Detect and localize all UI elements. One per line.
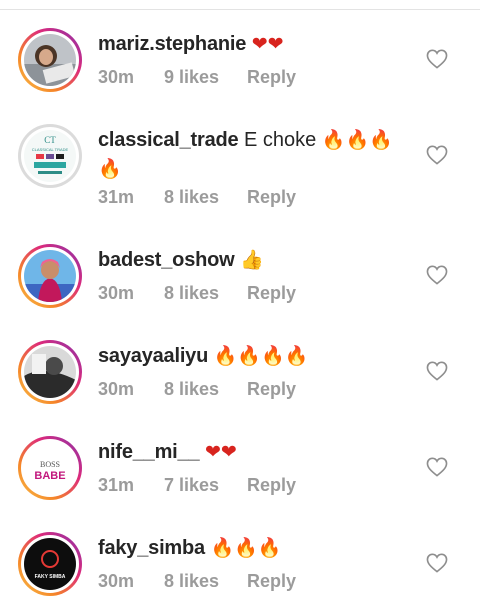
- timestamp: 30m: [98, 67, 135, 87]
- timestamp: 31m: [98, 187, 135, 207]
- avatar[interactable]: [18, 340, 82, 404]
- likes-count[interactable]: 8 likes: [164, 187, 219, 208]
- timestamp: 30m: [98, 283, 135, 303]
- avatar[interactable]: FAKY SIMBA: [18, 532, 82, 596]
- avatar-logo: FAKY SIMBA: [24, 538, 76, 590]
- heart-outline-icon[interactable]: [426, 361, 448, 381]
- reply-button[interactable]: Reply: [247, 475, 296, 496]
- reply-button[interactable]: Reply: [247, 379, 296, 400]
- likes-count[interactable]: 9 likes: [164, 67, 219, 88]
- username[interactable]: sayayaaliyu: [98, 345, 208, 367]
- username[interactable]: badest_oshow: [98, 249, 235, 271]
- avatar-photo: [24, 250, 76, 302]
- avatar[interactable]: [18, 28, 82, 92]
- top-divider: [0, 0, 480, 10]
- avatar-photo: [24, 346, 76, 398]
- svg-text:CT: CT: [44, 135, 56, 145]
- avatar-logo: BOSS BABE: [24, 442, 76, 494]
- comment-emoji: 🔥🔥🔥🔥: [213, 346, 309, 367]
- comment-emoji: ❤❤: [251, 34, 284, 55]
- avatar-logo: CT CLASSICAL TRADE: [24, 130, 76, 182]
- heart-outline-icon[interactable]: [426, 457, 448, 477]
- reply-button[interactable]: Reply: [247, 283, 296, 304]
- reply-button[interactable]: Reply: [247, 187, 296, 208]
- comment-emoji: 🔥: [98, 159, 122, 180]
- username[interactable]: mariz.stephanie: [98, 33, 246, 55]
- likes-count[interactable]: 8 likes: [164, 379, 219, 400]
- avatar[interactable]: CT CLASSICAL TRADE: [18, 124, 82, 188]
- heart-outline-icon[interactable]: [426, 145, 448, 165]
- avatar[interactable]: [18, 244, 82, 308]
- reply-button[interactable]: Reply: [247, 571, 296, 592]
- heart-outline-icon[interactable]: [426, 265, 448, 285]
- svg-text:BABE: BABE: [34, 470, 65, 482]
- svg-text:FAKY SIMBA: FAKY SIMBA: [35, 574, 66, 580]
- heart-outline-icon[interactable]: [426, 49, 448, 69]
- timestamp: 30m: [98, 379, 135, 399]
- timestamp: 30m: [98, 571, 135, 591]
- comment-emoji: 🔥🔥🔥: [210, 538, 282, 559]
- likes-count[interactable]: 8 likes: [164, 571, 219, 592]
- username[interactable]: classical_trade: [98, 129, 239, 151]
- avatar-photo: [24, 34, 76, 86]
- likes-count[interactable]: 7 likes: [164, 475, 219, 496]
- comment-text: E choke: [244, 129, 317, 151]
- comment-emoji: 👍: [240, 250, 264, 271]
- reply-button[interactable]: Reply: [247, 67, 296, 88]
- svg-text:BOSS: BOSS: [40, 460, 60, 469]
- comment-emoji: ❤❤: [204, 442, 237, 463]
- svg-text:CLASSICAL TRADE: CLASSICAL TRADE: [32, 147, 69, 152]
- likes-count[interactable]: 8 likes: [164, 283, 219, 304]
- username[interactable]: nife__mi__: [98, 441, 200, 463]
- avatar[interactable]: BOSS BABE: [18, 436, 82, 500]
- comment-emoji: 🔥🔥🔥: [321, 130, 393, 151]
- username[interactable]: faky_simba: [98, 537, 205, 559]
- timestamp: 31m: [98, 475, 135, 495]
- heart-outline-icon[interactable]: [426, 553, 448, 573]
